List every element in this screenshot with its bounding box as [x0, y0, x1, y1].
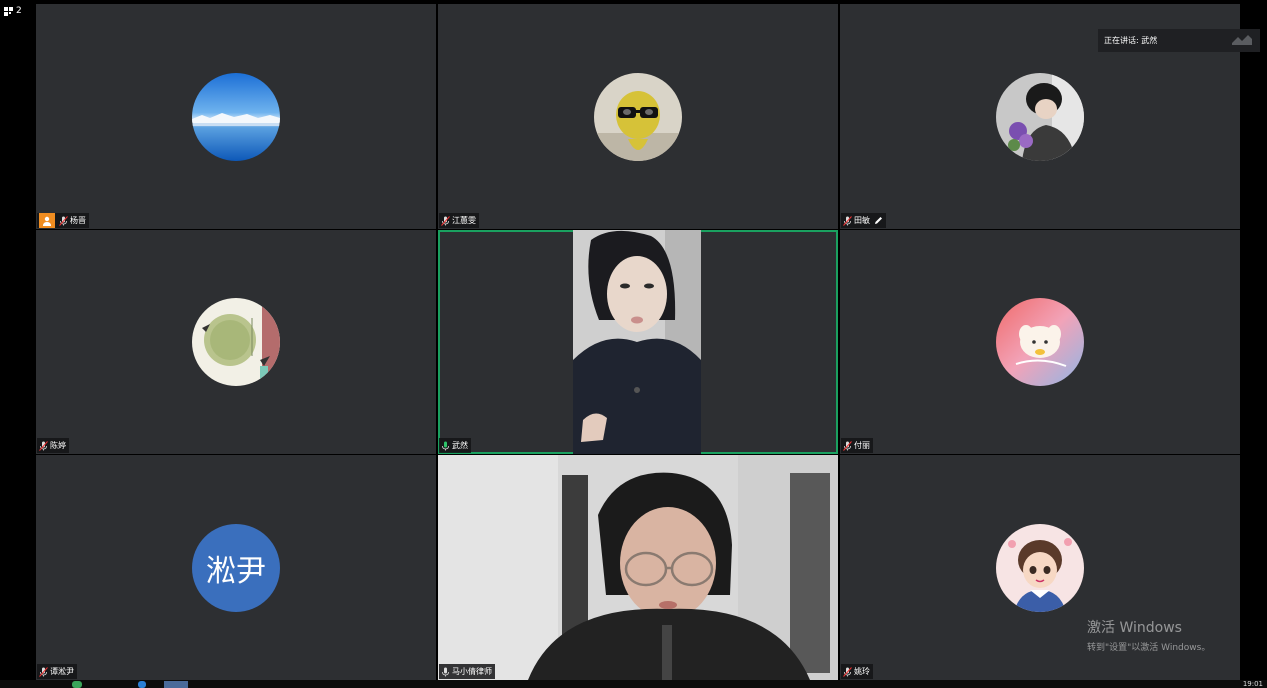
- pencil-icon[interactable]: [874, 216, 883, 225]
- participant-avatar: [192, 298, 280, 386]
- active-speaker-tile[interactable]: 武然: [438, 230, 838, 454]
- participant-video-feed: [438, 455, 838, 680]
- taskbar-app-icon[interactable]: [138, 681, 146, 688]
- participant-tile[interactable]: 江蕙雯: [438, 4, 838, 229]
- windows-taskbar: 19:01: [0, 680, 1267, 688]
- microphone-muted-icon: [39, 440, 48, 451]
- microphone-icon: [441, 667, 450, 677]
- landscape-avatar-image: [192, 72, 280, 161]
- watermark-title: 激活 Windows: [1087, 620, 1182, 636]
- participant-avatar: [594, 72, 682, 161]
- participant-avatar: [996, 298, 1084, 386]
- participant-name-tag: 武然: [439, 438, 471, 453]
- video-gallery: 杨晋 江蕙雯 田敏 陈婷 武然 付丽 淞尹 谭淞尹 马小倩律师 姚玲: [36, 4, 1240, 680]
- participant-name-tag: 马小倩律师: [439, 664, 495, 679]
- microphone-muted-icon: [441, 215, 450, 226]
- taskbar-clock[interactable]: 19:01: [1243, 680, 1263, 688]
- participant-name: 姚玲: [854, 667, 870, 676]
- participant-name: 武然: [452, 441, 468, 450]
- portrait-video-image: [573, 230, 701, 454]
- photo-avatar-image: [996, 72, 1084, 161]
- participant-tile[interactable]: 杨晋: [36, 4, 436, 229]
- microphone-active-icon: [441, 441, 450, 451]
- participant-initials-avatar: 淞尹: [192, 523, 280, 612]
- participant-name: 田敏: [854, 216, 870, 225]
- participant-avatar: [996, 72, 1084, 161]
- right-strip: [1240, 0, 1267, 688]
- participant-name: 付丽: [854, 441, 870, 450]
- participant-name: 江蕙雯: [452, 216, 476, 225]
- microphone-muted-icon: [843, 440, 852, 451]
- watermark-subtitle: 转到"设置"以激活 Windows。: [1087, 643, 1211, 653]
- participant-name-tag: 田敏: [841, 213, 886, 228]
- microphone-muted-icon: [39, 666, 48, 677]
- participant-video-feed: [573, 230, 701, 454]
- participant-name-tag: 江蕙雯: [439, 213, 479, 228]
- microphone-muted-icon: [843, 215, 852, 226]
- participant-name: 陈婷: [50, 441, 66, 450]
- microphone-muted-icon: [59, 215, 68, 226]
- cartoon-boy-avatar-image: [996, 523, 1084, 612]
- gallery-page-indicator[interactable]: 2: [4, 6, 22, 16]
- participant-tile[interactable]: 淞尹 谭淞尹: [36, 455, 436, 680]
- taskbar-app-icon[interactable]: [72, 681, 82, 688]
- participant-name-tag: 谭淞尹: [37, 664, 77, 679]
- now-speaking-label: 正在讲话: 武然: [1104, 36, 1158, 45]
- participant-tile[interactable]: 马小倩律师: [438, 455, 838, 680]
- participant-name-tag: 姚玲: [841, 664, 873, 679]
- green-art-avatar-image: [192, 298, 280, 386]
- speaker-wave-icon: [1228, 33, 1254, 49]
- participant-name: 谭淞尹: [50, 667, 74, 676]
- participant-name: 杨晋: [70, 216, 86, 225]
- now-speaking-indicator: 正在讲话: 武然: [1098, 29, 1260, 52]
- participant-name-tag: 杨晋: [37, 213, 89, 228]
- taskbar-app-icon[interactable]: [164, 681, 188, 688]
- participant-avatar: [996, 523, 1084, 612]
- participant-name: 马小倩律师: [452, 667, 492, 676]
- microphone-muted-icon: [843, 666, 852, 677]
- puppy-avatar-image: [996, 298, 1084, 386]
- yellow-figure-avatar-image: [594, 72, 682, 161]
- landscape-video-image: [438, 455, 838, 680]
- gallery-page-count: 2: [16, 6, 22, 16]
- participant-tile[interactable]: 陈婷: [36, 230, 436, 454]
- host-icon: [39, 213, 55, 228]
- participant-tile[interactable]: 付丽: [840, 230, 1240, 454]
- windows-activation-watermark: 激活 Windows 转到"设置"以激活 Windows。: [1087, 617, 1210, 653]
- left-strip: [0, 0, 36, 688]
- participant-name-tag: 陈婷: [37, 438, 69, 453]
- participant-name-tag: 付丽: [841, 438, 873, 453]
- gallery-layout-icon: [4, 6, 13, 16]
- participant-avatar: [192, 72, 280, 161]
